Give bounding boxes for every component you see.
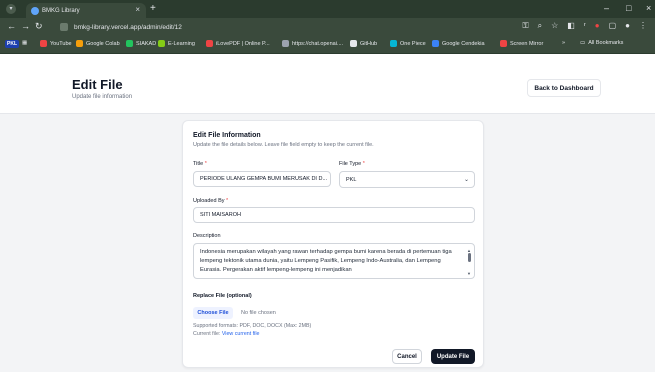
supported-formats-text: Supported formats: PDF, DOC, DOCX (Max: … (193, 323, 312, 329)
maximize-icon[interactable]: □ (626, 3, 631, 13)
page-header: Edit File Update file information Back t… (0, 54, 655, 114)
bookmark-elearning[interactable]: E-Learning (158, 40, 195, 47)
all-bookmarks-folder[interactable]: ▭ All Bookmarks (580, 40, 623, 46)
current-file-text: Current file: View current file (193, 331, 260, 337)
card-title: Edit File Information (193, 132, 261, 139)
bookmark-cendekia[interactable]: Google Cendekia (432, 40, 485, 47)
bookmark-star-icon[interactable]: ☆ (551, 21, 558, 31)
file-type-select[interactable]: PKL ⌄ (339, 171, 475, 188)
back-to-dashboard-button[interactable]: Back to Dashboard (527, 79, 601, 97)
page-subtitle: Update file information (72, 94, 133, 100)
bookmark-colab[interactable]: Google Colab (76, 40, 120, 47)
bookmark-youtube[interactable]: YouTube (40, 40, 72, 47)
url-field[interactable]: bmkg-library.vercel.app/admin/edit/12 (60, 21, 182, 33)
update-file-button[interactable]: Update File (431, 349, 475, 364)
textarea-scrollbar[interactable]: ▲ ▼ (466, 246, 472, 278)
new-tab-icon[interactable]: + (150, 3, 156, 14)
site-info-icon[interactable] (60, 23, 68, 31)
minimize-icon[interactable]: – (604, 3, 609, 13)
apps-grid-icon[interactable]: ▦ (22, 40, 27, 46)
page-title: Edit File (72, 77, 123, 92)
password-key-icon[interactable]: ⚿ (523, 21, 529, 31)
extension-icon[interactable]: ◧ (567, 21, 575, 31)
file-type-label: File Type * (339, 161, 365, 167)
forward-arrow-icon[interactable]: → (21, 21, 30, 31)
cancel-button[interactable]: Cancel (392, 349, 422, 364)
description-textarea[interactable]: Indonesia merupakan wilayah yang rawan t… (193, 243, 475, 279)
url-text: bmkg-library.vercel.app/admin/edit/12 (74, 23, 182, 31)
scroll-thumb[interactable] (468, 253, 471, 262)
title-input[interactable]: PERIODE ULANG GEMPA BUMI MERUSAK DI D... (193, 171, 331, 187)
extension2-icon[interactable]: ʳ (584, 21, 586, 31)
bookmark-github[interactable]: GitHub (350, 40, 377, 47)
zoom-icon[interactable]: ⌕ (538, 21, 542, 31)
card-description: Update the file details below. Leave fil… (193, 142, 374, 148)
browser-tab[interactable]: BMKG Library × (26, 3, 146, 18)
more-bookmarks-icon[interactable]: » (562, 40, 565, 46)
back-arrow-icon[interactable]: ← (7, 21, 16, 31)
bookmark-onepiece[interactable]: One Piece (390, 40, 426, 47)
sidepanel-icon[interactable]: ▢ (609, 21, 617, 31)
profile-avatar-icon[interactable]: ● (625, 21, 630, 31)
description-label: Description (193, 233, 221, 239)
tab-search-icon[interactable]: ▾ (6, 4, 16, 14)
choose-file-button[interactable]: Choose File (193, 307, 233, 319)
close-window-icon[interactable]: × (646, 3, 651, 13)
tab-title: BMKG Library (42, 7, 80, 14)
no-file-text: No file chosen (241, 310, 276, 316)
pkl-badge[interactable]: PKL (5, 40, 19, 48)
replace-file-label: Replace File (optional) (193, 293, 252, 299)
browser-tab-bar: ▾ BMKG Library × + – □ × (0, 0, 655, 18)
uploaded-by-input[interactable]: SITI MAISAROH (193, 207, 475, 223)
bookmarks-bar: PKL ▦ YouTube Google Colab SIAKAD E-Lear… (0, 36, 655, 54)
bookmark-ilovepdf[interactable]: iLovePDF | Online P... (206, 40, 270, 47)
menu-dots-icon[interactable]: ⋮ (639, 21, 647, 31)
bookmark-screenmirror[interactable]: Screen Mirror (500, 40, 543, 47)
view-current-file-link[interactable]: View current file (222, 331, 260, 337)
bookmark-chatgpt[interactable]: https://chat.openai.... (282, 40, 343, 47)
address-bar: ← → ↻ bmkg-library.vercel.app/admin/edit… (0, 18, 655, 36)
folder-icon: ▭ (580, 40, 586, 46)
scroll-down-icon[interactable]: ▼ (467, 269, 471, 278)
edit-file-card: Edit File Information Update the file de… (182, 120, 484, 368)
reload-icon[interactable]: ↻ (35, 21, 43, 32)
close-tab-icon[interactable]: × (135, 5, 140, 14)
chevron-down-icon: ⌄ (463, 177, 469, 183)
title-label: Title * (193, 161, 207, 167)
bookmark-siakad[interactable]: SIAKAD (126, 40, 156, 47)
extension3-icon[interactable]: ● (595, 21, 600, 31)
site-favicon-icon (31, 7, 39, 15)
uploaded-by-label: Uploaded By * (193, 198, 229, 204)
